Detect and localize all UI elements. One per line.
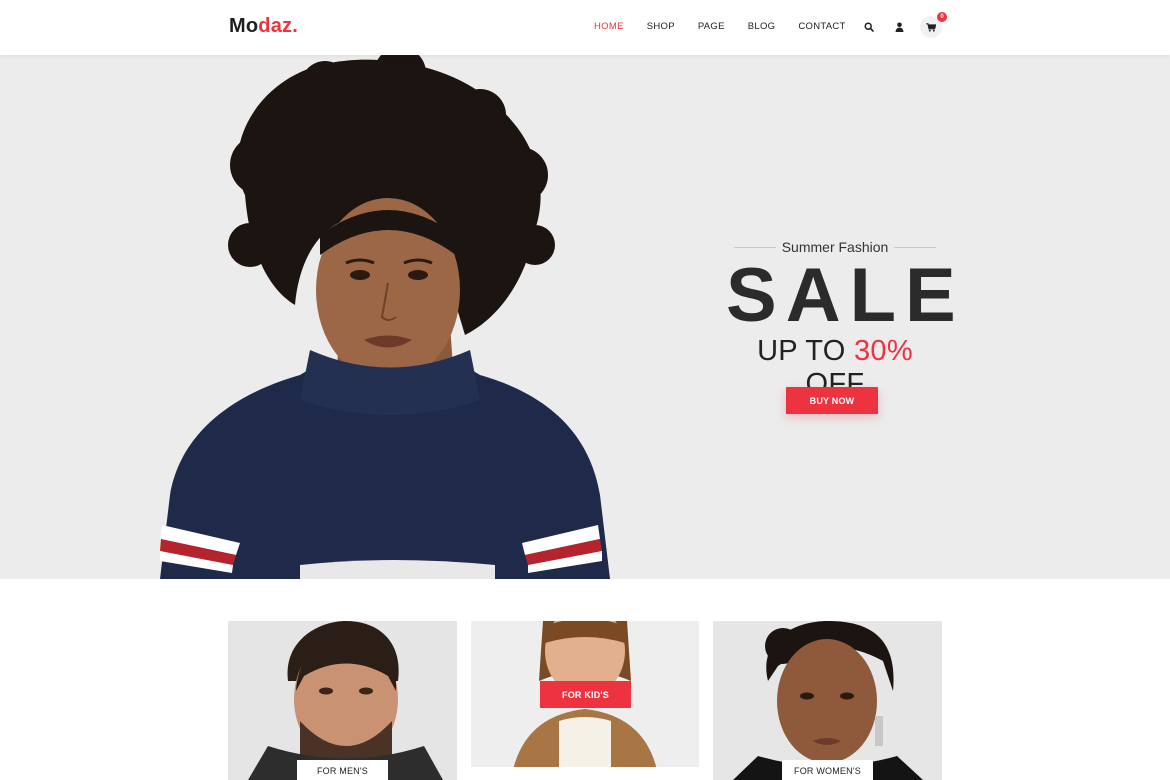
hero-model-image: [160, 55, 610, 579]
search-icon[interactable]: [860, 16, 878, 38]
category-card-women[interactable]: FOR WOMEN'S: [713, 621, 942, 780]
cart-button[interactable]: 0: [920, 12, 947, 38]
offer-prefix: UP TO: [757, 335, 854, 367]
header-icons: 0: [860, 12, 947, 38]
nav-home[interactable]: HOME: [594, 21, 624, 32]
sale-promo: Summer Fashion SALE UP TO 30% OFF: [726, 239, 965, 401]
hero-banner: Summer Fashion SALE UP TO 30% OFF BUY NO…: [0, 55, 1170, 579]
category-label-men[interactable]: FOR MEN'S: [297, 760, 388, 780]
divider-line-right: [894, 246, 937, 248]
divider-line-left: [733, 246, 776, 248]
category-label-women[interactable]: FOR WOMEN'S: [782, 760, 873, 780]
buy-now-button[interactable]: BUY NOW: [786, 387, 878, 414]
women-category-image: [713, 621, 942, 780]
category-card-kids[interactable]: FOR KID'S: [471, 621, 699, 780]
category-cards: FOR MEN'S FOR KID'S FOR WOMEN'S: [228, 621, 942, 780]
nav-blog[interactable]: BLOG: [748, 21, 776, 32]
category-card-men[interactable]: FOR MEN'S: [228, 621, 457, 780]
main-nav: HOME SHOP PAGE BLOG CONTACT: [594, 21, 846, 32]
cart-count-badge: 0: [937, 12, 947, 22]
hero-headline: SALE: [726, 253, 965, 338]
nav-contact[interactable]: CONTACT: [798, 21, 845, 32]
cart-icon: [926, 22, 936, 32]
site-header: Modaz. HOME SHOP PAGE BLOG CONTACT 0: [0, 0, 1170, 55]
category-label-kids[interactable]: FOR KID'S: [540, 681, 631, 708]
nav-shop[interactable]: SHOP: [647, 21, 675, 32]
offer-percent: 30%: [853, 335, 913, 367]
men-category-image: [228, 621, 457, 780]
user-icon[interactable]: [890, 16, 908, 38]
nav-page[interactable]: PAGE: [698, 21, 725, 32]
logo-text-part1: Mo: [229, 15, 259, 37]
brand-logo[interactable]: Modaz.: [229, 15, 298, 38]
logo-text-part2: daz.: [258, 15, 298, 37]
